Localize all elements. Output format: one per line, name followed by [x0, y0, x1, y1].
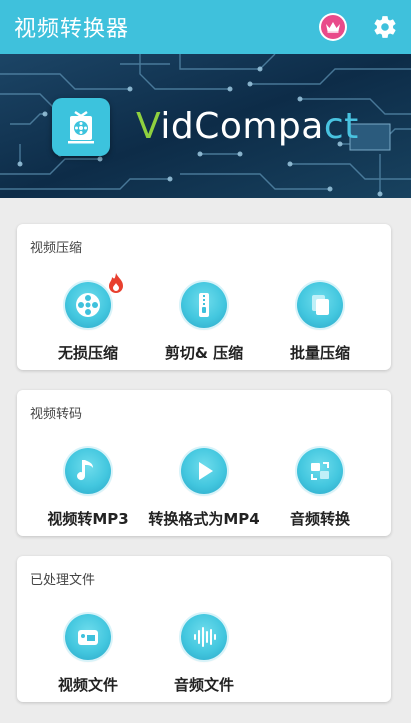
video-files-button[interactable]: 视频文件	[29, 614, 147, 695]
batch-compress-button[interactable]: 批量压缩	[261, 282, 379, 363]
film-reel-icon	[65, 273, 123, 328]
item-label: 音频文件	[173, 676, 234, 694]
audio-convert-button[interactable]: 音频转换	[261, 448, 379, 529]
section-title: 视频压缩	[30, 241, 83, 256]
copy-icon	[297, 282, 343, 328]
brand-wordmark: VidCompact	[136, 106, 359, 147]
item-label: 视频文件	[57, 676, 118, 694]
video-to-mp3-button[interactable]: 视频转MP3	[29, 448, 147, 529]
section-title: 已处理文件	[30, 573, 96, 588]
cut-compress-button[interactable]: 剪切& 压缩	[145, 282, 263, 363]
sound-wave-icon	[181, 614, 227, 660]
zipper-icon	[181, 282, 227, 328]
settings-button[interactable]	[371, 13, 399, 41]
item-label: 剪切& 压缩	[164, 344, 244, 362]
app-logo	[52, 98, 110, 156]
section-card-processed-files: 已处理文件 视频文件 音频文件	[17, 556, 391, 702]
item-label: 无损压缩	[57, 344, 118, 362]
crown-icon	[321, 15, 345, 39]
video-camera-icon	[65, 614, 111, 660]
item-label: 转换格式为MP4	[148, 510, 260, 528]
item-label: 音频转换	[289, 510, 350, 528]
fire-icon	[109, 273, 123, 293]
app-bar: 视频转换器	[0, 0, 411, 54]
item-label: 视频转MP3	[47, 510, 129, 528]
section-title: 视频转码	[30, 407, 83, 422]
section-card-video-compress: 视频压缩 无损压缩 剪切& 压缩 批量压缩	[17, 224, 391, 370]
gear-icon	[374, 16, 396, 38]
convert-to-mp4-button[interactable]: 转换格式为MP4	[145, 448, 263, 529]
premium-button[interactable]	[319, 13, 347, 41]
banner: VidCompact	[0, 54, 411, 198]
app-title: 视频转换器	[14, 17, 130, 42]
lossless-compress-button[interactable]: 无损压缩	[29, 273, 147, 363]
section-card-video-transcode: 视频转码 视频转MP3 转换格式为MP4 音频转换	[17, 390, 391, 536]
audio-files-button[interactable]: 音频文件	[145, 614, 263, 695]
music-note-icon	[65, 448, 111, 494]
item-label: 批量压缩	[289, 344, 350, 362]
convert-arrows-icon	[297, 448, 343, 494]
play-icon	[181, 448, 227, 494]
